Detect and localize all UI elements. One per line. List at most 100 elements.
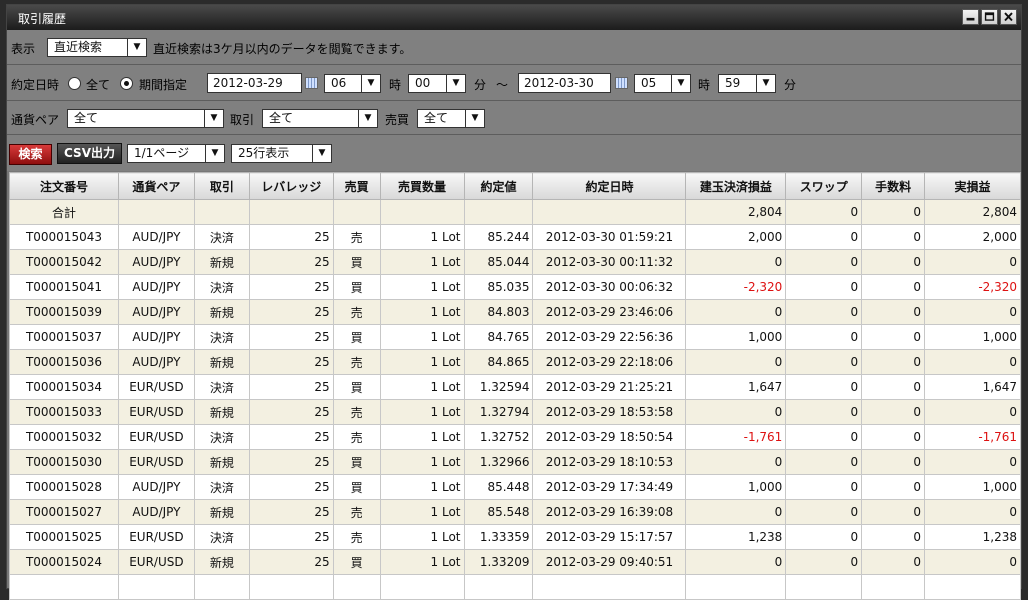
calendar-icon[interactable] (305, 77, 318, 89)
table-cell: 1.32794 (463, 399, 534, 425)
table-cell: 2012-03-29 23:46:06 (532, 299, 687, 325)
table-cell: T000015033 (9, 399, 119, 425)
page-select[interactable]: 1/1ページ ▼ (127, 144, 225, 163)
table-cell: 決済 (193, 474, 250, 500)
table-cell: 0 (685, 499, 787, 525)
column-header[interactable]: 約定値 (463, 172, 534, 200)
chevron-down-icon: ▼ (312, 145, 331, 162)
table-cell: 1.33209 (463, 549, 534, 575)
column-header[interactable]: 実損益 (924, 172, 1021, 200)
table-cell: 2012-03-29 16:39:08 (532, 499, 687, 525)
column-header[interactable]: 約定日時 (532, 172, 687, 200)
pair-select[interactable]: 全て ▼ (67, 109, 224, 128)
table-cell: 0 (861, 224, 926, 250)
table-cell: 0 (685, 449, 787, 475)
column-header[interactable]: 手数料 (861, 172, 926, 200)
table-cell: 売 (332, 524, 381, 550)
title-bar[interactable]: 取引履歴 (7, 5, 1021, 30)
table-row[interactable]: T000015036 AUD/JPY 新規 25 売 1 Lot 84.865 2012-03… (9, 349, 1021, 375)
table-cell: 0 (861, 399, 926, 425)
table-cell: 決済 (193, 274, 250, 300)
side-value: 全て (424, 111, 449, 125)
from-hour-select[interactable]: 06 ▼ (324, 74, 381, 93)
table-cell (379, 199, 465, 225)
to-date-input[interactable]: 2012-03-30 (518, 73, 611, 93)
table-cell (117, 574, 195, 600)
column-header[interactable]: 通貨ペア (117, 172, 195, 200)
trade-select[interactable]: 全て ▼ (262, 109, 378, 128)
table-cell: EUR/USD (117, 424, 195, 450)
table-cell: 買 (332, 374, 381, 400)
table-row[interactable]: T000015043 AUD/JPY 決済 25 売 1 Lot 85.244 2012-03… (9, 224, 1021, 250)
from-minute-select[interactable]: 00 ▼ (408, 74, 466, 93)
to-hour-select[interactable]: 05 ▼ (634, 74, 691, 93)
table-row[interactable]: T000015034 EUR/USD 決済 25 買 1 Lot 1.32594 2012-0… (9, 374, 1021, 400)
column-header[interactable]: 注文番号 (9, 172, 119, 200)
table-row[interactable]: T000015037 AUD/JPY 決済 25 買 1 Lot 84.765 2012-03… (9, 324, 1021, 350)
table-cell: 25 (248, 424, 334, 450)
table-cell: 0 (861, 374, 926, 400)
csv-export-button[interactable]: CSV出力 (57, 143, 122, 164)
date-filter-row: 約定日時 全て 期間指定 2012-03-29 06 ▼ 時 00 ▼ 分 ～ … (7, 65, 1021, 101)
table-row[interactable]: T000015042 AUD/JPY 新規 25 買 1 Lot 85.044 2012-03… (9, 249, 1021, 275)
radio-range[interactable] (120, 77, 133, 90)
table-cell (463, 199, 534, 225)
table-cell: 25 (248, 524, 334, 550)
pair-label: 通貨ペア (11, 113, 60, 127)
table-row[interactable]: T000015030 EUR/USD 新規 25 買 1 Lot 1.32966 2012-0… (9, 449, 1021, 475)
total-row[interactable]: 合計 2,804 0 0 2,804 (9, 199, 1021, 225)
table-cell: 決済 (193, 324, 250, 350)
table-row[interactable]: T000015033 EUR/USD 新規 25 売 1 Lot 1.32794 2012-0… (9, 399, 1021, 425)
table-cell: AUD/JPY (117, 224, 195, 250)
table-cell: 85.244 (463, 224, 534, 250)
table-row[interactable]: T000015025 EUR/USD 決済 25 売 1 Lot 1.33359 2012-0… (9, 524, 1021, 550)
hour-label: 時 (389, 78, 402, 92)
table-cell: 0 (861, 299, 926, 325)
table-cell: T000015030 (9, 449, 119, 475)
table-cell: 0 (861, 449, 926, 475)
table-cell: T000015032 (9, 424, 119, 450)
column-header[interactable]: レバレッジ (248, 172, 334, 200)
display-mode-select[interactable]: 直近検索 ▼ (47, 38, 147, 57)
radio-all[interactable] (68, 77, 81, 90)
column-header[interactable]: スワップ (785, 172, 863, 200)
page-value: 1/1ページ (134, 146, 190, 160)
to-minute-select[interactable]: 59 ▼ (718, 74, 776, 93)
table-cell: 0 (685, 549, 787, 575)
table-row[interactable]: T000015039 AUD/JPY 新規 25 売 1 Lot 84.803 2012-03… (9, 299, 1021, 325)
chevron-down-icon: ▼ (465, 110, 484, 127)
table-cell: 0 (785, 224, 863, 250)
minimize-icon[interactable] (962, 9, 979, 25)
calendar-icon[interactable] (615, 77, 628, 89)
column-header[interactable]: 売買 (332, 172, 381, 200)
close-icon[interactable] (1000, 9, 1017, 25)
table-cell: 0 (685, 249, 787, 275)
table-cell: 1,238 (924, 524, 1021, 550)
rows-per-page-select[interactable]: 25行表示 ▼ (231, 144, 332, 163)
column-header[interactable]: 取引 (193, 172, 250, 200)
table-row[interactable]: T000015024 EUR/USD 新規 25 買 1 Lot 1.33209 2012-0… (9, 549, 1021, 575)
table-row[interactable]: T000015027 AUD/JPY 新規 25 売 1 Lot 85.548 2012-03… (9, 499, 1021, 525)
table-row[interactable]: T000015032 EUR/USD 決済 25 売 1 Lot 1.32752 2012-0… (9, 424, 1021, 450)
search-button[interactable]: 検索 (9, 144, 52, 165)
window-controls (962, 9, 1017, 25)
table-cell (685, 574, 787, 600)
side-select[interactable]: 全て ▼ (417, 109, 485, 128)
table-cell: 買 (332, 474, 381, 500)
table-cell: 買 (332, 449, 381, 475)
table-cell (379, 574, 465, 600)
maximize-icon[interactable] (981, 9, 998, 25)
table-cell: -1,761 (685, 424, 787, 450)
table-cell: 0 (785, 449, 863, 475)
table-cell: 1 Lot (379, 399, 465, 425)
from-date-input[interactable]: 2012-03-29 (207, 73, 302, 93)
table-cell: 1 Lot (379, 249, 465, 275)
table-cell: EUR/USD (117, 449, 195, 475)
table-row[interactable]: T000015028 AUD/JPY 決済 25 買 1 Lot 85.448 2012-03… (9, 474, 1021, 500)
trade-history-window: 取引履歴 表示 直近検索 ▼ 直近検索は3ケ月以内のデータを閲覧できます。 約定… (6, 4, 1022, 600)
table-cell: 2012-03-29 21:25:21 (532, 374, 687, 400)
table-cell: 新規 (193, 399, 250, 425)
table-row[interactable]: T000015041 AUD/JPY 決済 25 買 1 Lot 85.035 2012-03… (9, 274, 1021, 300)
column-header[interactable]: 建玉決済損益 (685, 172, 787, 200)
column-header[interactable]: 売買数量 (379, 172, 465, 200)
